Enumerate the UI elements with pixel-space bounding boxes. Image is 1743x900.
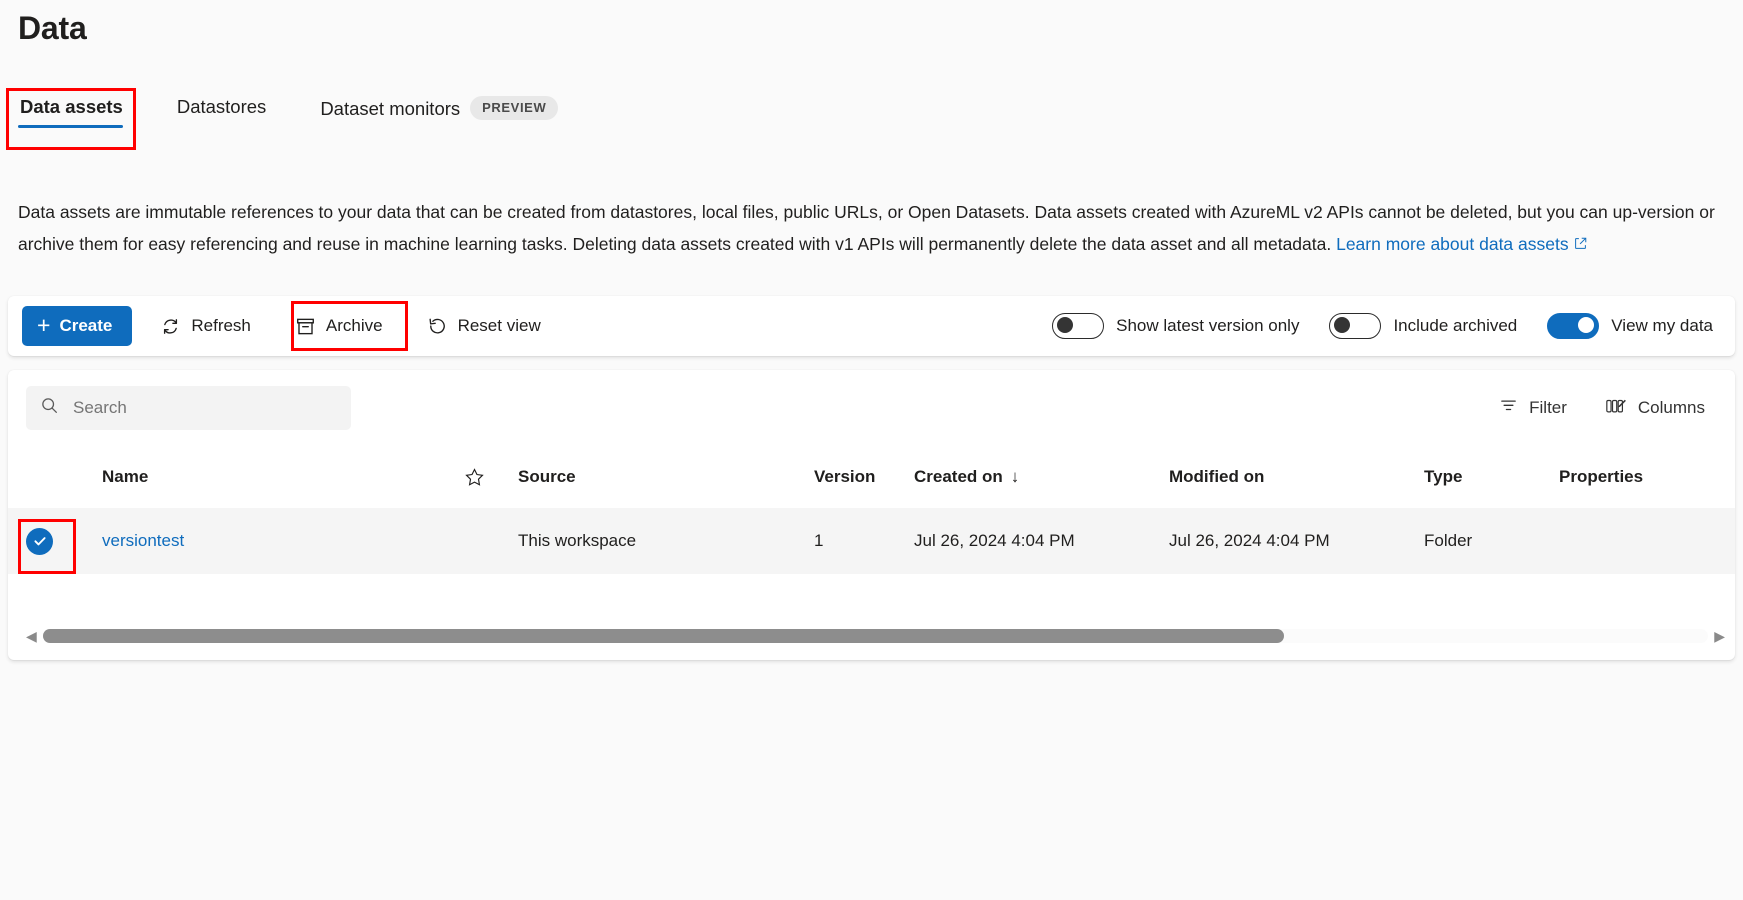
toggle-show-latest-version-only[interactable]: Show latest version only [1052, 313, 1299, 339]
search-box[interactable] [26, 386, 351, 430]
external-link-icon [1574, 237, 1587, 250]
page-description: Data assets are immutable references to … [18, 196, 1730, 260]
refresh-icon [160, 316, 181, 337]
grid-header-properties[interactable]: Properties [1559, 467, 1719, 487]
grid-header-modified-on[interactable]: Modified on [1169, 467, 1424, 487]
filter-button-label: Filter [1529, 398, 1567, 418]
reset-view-button[interactable]: Reset view [411, 306, 557, 346]
scroll-left-arrow-icon[interactable]: ◀ [26, 629, 37, 643]
grid-header-source[interactable]: Source [518, 467, 814, 487]
grid-header-row: Name Source Version Created on ↓ Modified… [8, 446, 1735, 508]
switch-knob [1057, 317, 1073, 333]
show-latest-version-only-label: Show latest version only [1116, 316, 1299, 336]
tab-dataset-monitors[interactable]: Dataset monitors PREVIEW [294, 92, 564, 134]
search-input[interactable] [71, 397, 337, 419]
row-version-cell: 1 [814, 531, 914, 551]
horizontal-scrollbar[interactable]: ◀ ▶ [26, 626, 1725, 646]
search-icon [40, 396, 59, 420]
data-assets-page: Data Data assets Datastores Dataset moni… [0, 0, 1743, 900]
grid-header-name[interactable]: Name [102, 467, 464, 487]
table-row[interactable]: versiontest This workspace 1 Jul 26, 202… [8, 508, 1735, 574]
data-assets-table-card: Filter Columns [8, 370, 1735, 660]
scrollbar-track[interactable] [43, 629, 1708, 643]
columns-button[interactable]: Columns [1599, 388, 1711, 429]
command-bar: + Create Refresh [8, 296, 1735, 356]
reset-view-button-label: Reset view [458, 316, 541, 336]
archive-icon [295, 316, 316, 337]
learn-more-link[interactable]: Learn more about data assets [1336, 234, 1569, 254]
create-button-label: Create [59, 316, 112, 336]
archive-button-label: Archive [326, 316, 383, 336]
tab-data-assets[interactable]: Data assets [18, 92, 151, 132]
sort-descending-icon: ↓ [1011, 467, 1020, 487]
favorite-star-icon[interactable] [464, 467, 518, 488]
refresh-button-label: Refresh [191, 316, 251, 336]
include-archived-label: Include archived [1393, 316, 1517, 336]
tab-datastores[interactable]: Datastores [151, 92, 294, 132]
table-toolbar-right: Filter Columns [1493, 388, 1717, 429]
row-select-cell[interactable] [26, 528, 102, 555]
reset-view-icon [427, 316, 448, 337]
data-assets-grid: Name Source Version Created on ↓ Modified… [8, 446, 1735, 574]
row-name-cell[interactable]: versiontest [102, 531, 464, 551]
asset-name-link[interactable]: versiontest [102, 531, 184, 550]
row-type-cell: Folder [1424, 531, 1559, 551]
scroll-right-arrow-icon[interactable]: ▶ [1714, 629, 1725, 643]
tab-active-underline [18, 125, 123, 128]
grid-header-created-on[interactable]: Created on ↓ [914, 467, 1169, 487]
show-latest-version-only-switch[interactable] [1052, 313, 1104, 339]
command-bar-left: + Create Refresh [22, 306, 557, 346]
switch-knob [1334, 317, 1350, 333]
row-checkbox-checked-icon[interactable] [26, 528, 53, 555]
row-modified-on-cell: Jul 26, 2024 4:04 PM [1169, 531, 1424, 551]
scrollbar-thumb[interactable] [43, 629, 1284, 643]
tab-bar: Data assets Datastores Dataset monitors P… [18, 92, 564, 134]
grid-header-created-on-label: Created on [914, 467, 1003, 486]
filter-button[interactable]: Filter [1493, 388, 1573, 428]
create-button[interactable]: + Create [22, 306, 132, 346]
archive-button[interactable]: Archive [279, 306, 399, 346]
view-my-data-switch[interactable] [1547, 313, 1599, 339]
grid-header-type[interactable]: Type [1424, 467, 1559, 487]
page-title: Data [18, 10, 87, 47]
toggle-include-archived[interactable]: Include archived [1329, 313, 1517, 339]
tab-datastores-label: Datastores [177, 96, 266, 117]
tab-dataset-monitors-label: Dataset monitors [320, 98, 460, 119]
row-source-cell: This workspace [518, 531, 814, 551]
refresh-button[interactable]: Refresh [144, 306, 267, 346]
columns-button-label: Columns [1638, 398, 1705, 418]
toggle-view-my-data[interactable]: View my data [1547, 313, 1713, 339]
switch-knob [1578, 317, 1594, 333]
plus-icon: + [37, 314, 50, 337]
columns-edit-icon [1605, 396, 1627, 421]
table-toolbar: Filter Columns [8, 370, 1735, 446]
include-archived-switch[interactable] [1329, 313, 1381, 339]
view-my-data-label: View my data [1611, 316, 1713, 336]
grid-header-version[interactable]: Version [814, 467, 914, 487]
filter-icon [1499, 396, 1518, 420]
row-created-on-cell: Jul 26, 2024 4:04 PM [914, 531, 1169, 551]
tab-data-assets-label: Data assets [20, 96, 123, 117]
command-bar-right: Show latest version only Include archive… [1022, 313, 1721, 339]
preview-badge: PREVIEW [470, 96, 558, 120]
